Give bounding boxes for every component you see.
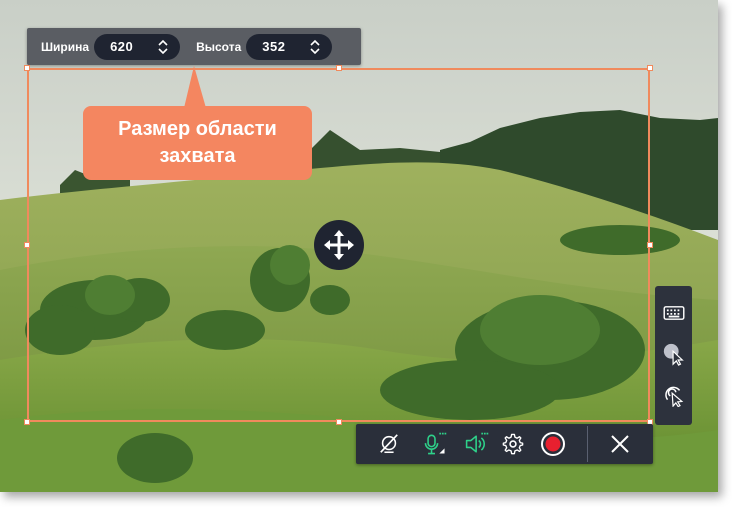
system-audio-button[interactable] <box>464 432 490 456</box>
capture-size-panel: Ширина 620 Высота 352 <box>27 28 361 65</box>
height-spinner[interactable]: 352 <box>246 33 333 60</box>
keyboard-icon <box>663 306 685 320</box>
keyboard-button[interactable] <box>661 300 687 326</box>
close-button[interactable] <box>607 432 633 456</box>
move-arrows-icon <box>324 230 354 260</box>
resize-handle-right[interactable] <box>647 242 653 248</box>
resize-handle-top-left[interactable] <box>24 65 30 71</box>
speaker-icon <box>465 432 489 453</box>
width-label: Ширина <box>41 39 90 54</box>
record-icon <box>541 432 565 456</box>
effects-side-panel <box>655 286 692 425</box>
resize-handle-bottom[interactable] <box>336 419 342 425</box>
resize-handle-top[interactable] <box>336 65 342 71</box>
spinner-arrows-icon[interactable] <box>310 39 320 55</box>
width-value[interactable]: 620 <box>110 39 133 54</box>
resize-handle-top-right[interactable] <box>647 65 653 71</box>
move-region-button[interactable] <box>314 220 364 270</box>
microphone-icon <box>424 432 447 455</box>
callout-annotation: Размер области захвата <box>83 106 312 180</box>
close-icon <box>611 435 629 453</box>
gear-icon <box>502 433 524 455</box>
settings-button[interactable] <box>500 432 526 456</box>
webcam-off-icon <box>380 434 398 454</box>
callout-line-2: захвата <box>159 145 236 167</box>
spinner-arrows-icon[interactable] <box>158 39 168 55</box>
cursor-highlight-button[interactable] <box>661 341 687 367</box>
height-label: Высота <box>196 39 242 54</box>
width-spinner[interactable]: 620 <box>94 33 181 60</box>
height-value[interactable]: 352 <box>262 39 285 54</box>
microphone-button[interactable] <box>422 432 448 456</box>
resize-handle-left[interactable] <box>24 242 30 248</box>
toolbar-divider <box>587 426 588 462</box>
cursor-highlight-icon <box>663 343 684 366</box>
click-effect-icon <box>665 386 684 407</box>
webcam-toggle-button[interactable] <box>376 432 402 456</box>
recording-toolbar <box>356 424 653 464</box>
callout-line-1: Размер области <box>118 118 277 140</box>
resize-handle-bottom-left[interactable] <box>24 419 30 425</box>
record-button[interactable] <box>540 432 566 456</box>
click-effect-button[interactable] <box>661 382 687 408</box>
